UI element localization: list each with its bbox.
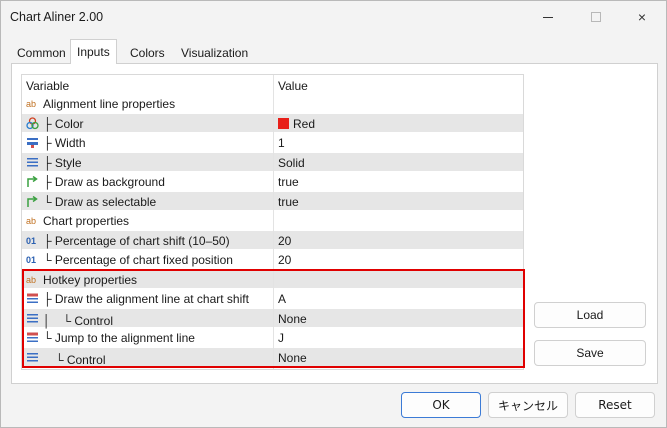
row-variable-label: └ Percentage of chart fixed position (43, 253, 233, 267)
line-width-icon (26, 136, 39, 149)
line-style-icon (26, 312, 39, 325)
row-value[interactable]: None (278, 351, 307, 365)
color-swatch (278, 117, 289, 129)
reset-button[interactable]: Reset (575, 392, 655, 418)
row-variable-label: ├ Percentage of chart shift (10–50) (43, 233, 230, 248)
line-style-icon (26, 351, 39, 364)
row-value-text: true (278, 194, 299, 209)
maximize-button (573, 1, 619, 33)
row-value-text: Solid (278, 155, 305, 170)
ok-button[interactable]: OK (401, 392, 481, 418)
row-variable-label: ├ Width (43, 136, 86, 150)
svg-text:ab: ab (26, 275, 36, 285)
svg-text:01: 01 (26, 236, 36, 246)
row-variable-label: └ Jump to the alignment line (43, 331, 195, 345)
row-value-text: 1 (278, 136, 285, 150)
row-variable-label: ├ Draw as background (43, 175, 165, 189)
close-button[interactable]: × (619, 1, 665, 33)
minimize-button[interactable] (525, 1, 571, 33)
save-button[interactable]: Save (534, 340, 646, 366)
close-icon: × (637, 9, 647, 25)
row-value[interactable]: A (278, 292, 286, 306)
row-value-text: None (278, 311, 307, 326)
line-style-icon (26, 156, 39, 169)
enum-list-icon (26, 292, 39, 305)
numeric-01-icon: 01 (26, 253, 39, 266)
row-value-text: 20 (278, 253, 292, 267)
tab-colors[interactable]: Colors (124, 42, 171, 63)
load-button[interactable]: Load (534, 302, 646, 328)
maximize-icon (591, 12, 601, 22)
svg-text:ab: ab (26, 216, 36, 226)
row-variable-label: Chart properties (43, 214, 130, 228)
row-variable-label: Alignment line properties (43, 97, 176, 111)
column-divider[interactable] (273, 75, 274, 369)
row-value-text: 20 (278, 233, 292, 248)
row-value[interactable]: None (278, 312, 307, 326)
row-value-text: Red (293, 116, 316, 131)
bool-arrow-icon (26, 195, 39, 208)
row-variable-label: ├ Color (43, 116, 84, 131)
header-variable[interactable]: Variable (26, 79, 69, 93)
ab-text-icon: ab (26, 214, 39, 227)
row-variable-label: ├ Style (43, 155, 82, 170)
row-value[interactable]: Solid (278, 156, 305, 170)
row-variable-label: └ Control (43, 352, 106, 367)
tab-common[interactable]: Common (11, 42, 72, 63)
svg-text:ab: ab (26, 99, 36, 109)
row-value[interactable]: J (278, 331, 284, 345)
svg-text:01: 01 (26, 255, 36, 265)
row-variable-label: └ Draw as selectable (43, 194, 157, 209)
window-title: Chart Aliner 2.00 (10, 10, 104, 24)
ab-text-icon: ab (26, 273, 39, 286)
cancel-button[interactable]: キャンセル (488, 392, 568, 418)
row-variable-label: Hotkey properties (43, 272, 138, 287)
row-value[interactable]: true (278, 195, 299, 209)
title-bar[interactable]: Chart Aliner 2.00 × (1, 1, 666, 33)
numeric-01-icon: 01 (26, 234, 39, 247)
header-value[interactable]: Value (278, 79, 308, 93)
bool-arrow-icon (26, 175, 39, 188)
enum-list-icon (26, 331, 39, 344)
color-palette-icon (26, 116, 39, 130)
dialog-window: Chart Aliner 2.00 × Common Inputs Colors… (0, 0, 667, 428)
row-variable-label: ├ Draw the alignment line at chart shift (43, 292, 249, 306)
ab-text-icon: ab (26, 97, 39, 110)
row-value[interactable]: 20 (278, 234, 291, 248)
minimize-icon (543, 16, 553, 18)
inputs-grid: Variable Value ab Alignment line properti… (21, 74, 524, 370)
row-value[interactable]: true (278, 175, 299, 189)
row-value[interactable]: 20 (278, 253, 291, 267)
row-value-text: A (278, 292, 287, 306)
row-variable-label: │ └ Control (43, 313, 114, 328)
row-value-text: None (278, 350, 307, 365)
row-value-text: true (278, 175, 299, 189)
tab-visualization[interactable]: Visualization (175, 42, 254, 63)
row-value[interactable]: Red (278, 117, 315, 131)
row-value[interactable]: 1 (278, 136, 285, 150)
tab-inputs[interactable]: Inputs (70, 39, 117, 64)
row-value-text: J (278, 331, 284, 345)
